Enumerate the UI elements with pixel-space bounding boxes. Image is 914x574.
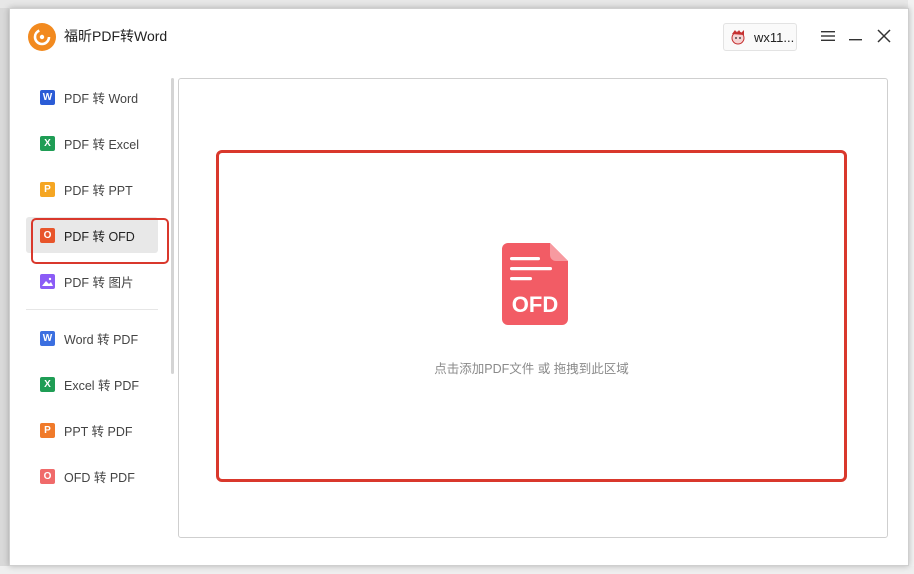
- app-window: 福昕PDF转Word wx11... W PDF 转 Word X PDF 转 …: [9, 8, 909, 566]
- word-outline-icon: W: [40, 330, 55, 346]
- drop-zone-hint: 点击添加PDF文件 或 拖拽到此区域: [434, 362, 629, 376]
- app-logo-icon: [28, 23, 56, 51]
- minimize-icon: [849, 39, 862, 41]
- sidebar-divider: [26, 309, 158, 310]
- sidebar-item-label: Excel 转 PDF: [64, 378, 140, 393]
- close-icon: [877, 29, 891, 43]
- sidebar-item-label: PDF 转 PPT: [64, 183, 133, 198]
- sidebar-item-label: PDF 转 Word: [64, 91, 139, 106]
- sidebar-item-pdf-to-word[interactable]: W PDF 转 Word: [26, 79, 158, 115]
- image-icon: [40, 273, 55, 289]
- sidebar-item-label: OFD 转 PDF: [64, 470, 135, 485]
- excel-outline-icon: X: [40, 376, 55, 392]
- sidebar-item-label: PDF 转 图片: [64, 275, 134, 290]
- sidebar-item-label: Word 转 PDF: [64, 332, 139, 347]
- sidebar-item-pdf-to-ofd[interactable]: O PDF 转 OFD: [26, 217, 158, 253]
- sidebar-item-ppt-to-pdf[interactable]: P PPT 转 PDF: [26, 412, 158, 448]
- sidebar-item-word-to-pdf[interactable]: W Word 转 PDF: [26, 320, 158, 356]
- app-title: 福昕PDF转Word: [64, 28, 168, 44]
- sidebar-item-pdf-to-ppt[interactable]: P PDF 转 PPT: [26, 171, 158, 207]
- ofd-outline-icon: O: [40, 468, 55, 484]
- excel-icon: X: [40, 135, 55, 151]
- user-account-button[interactable]: wx11...: [723, 23, 797, 51]
- minimize-button[interactable]: [846, 26, 866, 46]
- ofd-file-icon-label: OFD: [512, 292, 558, 317]
- sidebar-item-label: PDF 转 OFD: [64, 229, 135, 244]
- close-button[interactable]: [874, 26, 894, 46]
- word-icon: W: [40, 89, 55, 105]
- sidebar-item-label: PPT 转 PDF: [64, 424, 133, 439]
- user-name: wx11...: [754, 29, 795, 45]
- hamburger-icon: [821, 31, 835, 41]
- sidebar: W PDF 转 Word X PDF 转 Excel P PDF 转 PPT O…: [26, 79, 160, 504]
- sidebar-item-pdf-to-excel[interactable]: X PDF 转 Excel: [26, 125, 158, 161]
- menu-button[interactable]: [818, 26, 838, 46]
- file-drop-zone[interactable]: OFD 点击添加PDF文件 或 拖拽到此区域: [216, 150, 847, 482]
- avatar: [728, 27, 748, 47]
- ofd-file-icon: OFD: [502, 243, 568, 325]
- ppt-outline-icon: P: [40, 422, 55, 438]
- title-bar: 福昕PDF转Word wx11...: [10, 9, 908, 63]
- background-desktop-bottom: [0, 566, 914, 574]
- ofd-icon: O: [40, 227, 55, 243]
- background-desktop-strip: [0, 0, 914, 8]
- sidebar-item-excel-to-pdf[interactable]: X Excel 转 PDF: [26, 366, 158, 402]
- sidebar-item-label: PDF 转 Excel: [64, 137, 140, 152]
- sidebar-item-ofd-to-pdf[interactable]: O OFD 转 PDF: [26, 458, 158, 494]
- ppt-icon: P: [40, 181, 55, 197]
- sidebar-scrollbar[interactable]: [171, 78, 174, 374]
- sidebar-item-pdf-to-image[interactable]: PDF 转 图片: [26, 263, 158, 299]
